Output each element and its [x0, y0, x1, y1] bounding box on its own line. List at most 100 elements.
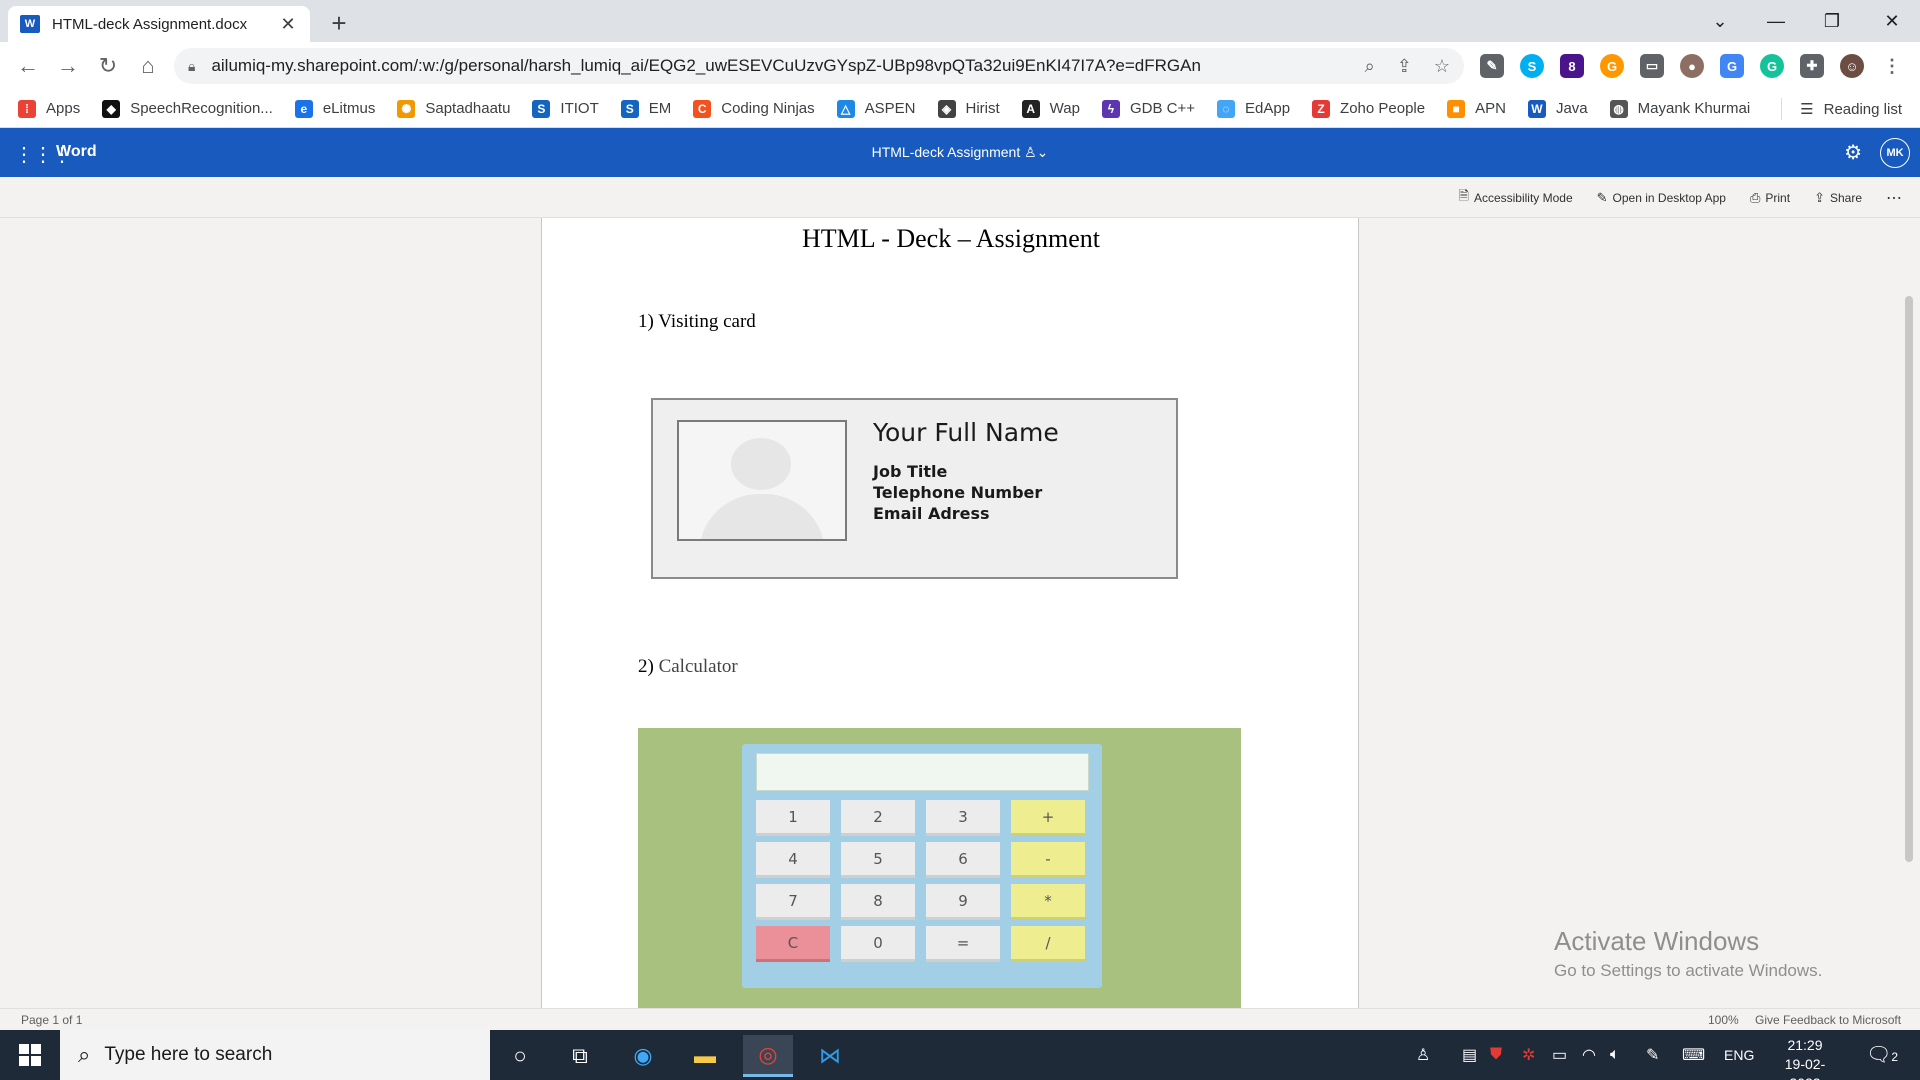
- minimize-button[interactable]: —: [1748, 0, 1804, 42]
- home-icon[interactable]: ⌂: [132, 50, 164, 82]
- profile-avatar[interactable]: ☺: [1840, 54, 1864, 78]
- language-indicator[interactable]: ENG: [1724, 1030, 1754, 1080]
- accessibility-mode-button[interactable]: 🗎︎ Accessibility Mode: [1458, 187, 1572, 209]
- bookmark-star-icon[interactable]: ☆: [1434, 56, 1450, 77]
- people-icon[interactable]: ♙: [1416, 1030, 1430, 1080]
- bookmark-saptadhaatu[interactable]: ✺ Saptadhaatu: [397, 99, 510, 118]
- section-calculator: 2) Calculator: [638, 656, 738, 678]
- clock-time: 21:29: [1787, 1037, 1823, 1053]
- document-page[interactable]: HTML - Deck – Assignment 1) Visiting car…: [541, 218, 1359, 1008]
- bookmarks-bar: ⁞ Apps ◆ SpeechRecognition... e eLitmus ✺ Sapta…: [0, 90, 1920, 128]
- reading-list-button[interactable]: ☰ Reading list: [1781, 90, 1902, 128]
- security-shield-icon[interactable]: ⛊: [1490, 1030, 1502, 1080]
- calculator-display: [756, 753, 1089, 791]
- cube-icon: ■: [1447, 99, 1466, 118]
- close-window-button[interactable]: ✕: [1864, 0, 1920, 42]
- pen-icon[interactable]: ✎: [1646, 1030, 1659, 1080]
- settings-gear-icon[interactable]: ⚙: [1844, 140, 1862, 165]
- open-desktop-label: Open in Desktop App: [1612, 190, 1726, 205]
- restore-button[interactable]: ❐: [1804, 0, 1860, 42]
- share-page-icon[interactable]: ⇪: [1397, 56, 1412, 77]
- calc-key: 7: [756, 884, 830, 920]
- zoom-icon[interactable]: ⌕: [1365, 56, 1375, 77]
- battery-icon[interactable]: ▭: [1552, 1030, 1567, 1080]
- wifi-icon[interactable]: ◠: [1582, 1030, 1596, 1080]
- close-tab-icon[interactable]: ✕: [278, 14, 298, 35]
- tray-app-icon[interactable]: ▤: [1462, 1030, 1477, 1080]
- command-bar: 🗎︎ Accessibility Mode ✎ Open in Desktop Ap…: [0, 177, 1920, 218]
- bookmark-em[interactable]: S EM: [620, 99, 671, 118]
- bookmark-elitmus[interactable]: e eLitmus: [294, 99, 375, 118]
- bookmark-label: Java: [1555, 100, 1588, 117]
- globe-icon: ◍: [1609, 99, 1628, 118]
- file-explorer-icon[interactable]: ▬: [680, 1035, 730, 1077]
- activate-windows-watermark: Activate Windows Go to Settings to activ…: [1554, 926, 1822, 981]
- address-bar[interactable]: 🔒︎ ailumiq-my.sharepoint.com/:w:/g/perso…: [174, 48, 1464, 84]
- task-view-icon[interactable]: ⧉: [555, 1035, 605, 1077]
- reload-icon[interactable]: ↻: [92, 50, 124, 82]
- bookmark-wap[interactable]: A Wap: [1021, 99, 1080, 118]
- bookmark-hirist[interactable]: ◈ Hirist: [937, 99, 1000, 118]
- card-email: Email Adress: [873, 504, 990, 523]
- word-icon: W: [1527, 99, 1546, 118]
- calc-key: 9: [926, 884, 1000, 920]
- volume-icon[interactable]: 🔈︎: [1610, 1030, 1620, 1080]
- forward-icon[interactable]: →: [52, 50, 84, 82]
- notification-center-icon[interactable]: 🗨︎2: [1866, 1042, 1898, 1067]
- bookmark-edapp[interactable]: ◌ EdApp: [1217, 99, 1290, 118]
- word-app-header: ⋮⋮⋮ Word HTML-deck Assignment ♙⌄ ⚙ MK: [0, 128, 1920, 177]
- bookmark-coding-ninjas[interactable]: C Coding Ninjas: [693, 99, 815, 118]
- extensions-puzzle-icon[interactable]: ✚: [1800, 54, 1824, 78]
- user-avatar[interactable]: MK: [1880, 138, 1910, 168]
- collaborators-chevron-icon: ♙⌄: [1024, 144, 1049, 160]
- bookmark-itiot[interactable]: S ITIOT: [532, 99, 599, 118]
- chrome-icon[interactable]: ◎: [743, 1035, 793, 1077]
- cortana-icon[interactable]: ○: [495, 1035, 545, 1077]
- bookmark-mayank-khurmai[interactable]: ◍ Mayank Khurmai: [1609, 99, 1750, 118]
- bookmark-java[interactable]: W Java: [1527, 99, 1588, 118]
- start-button[interactable]: [0, 1030, 60, 1080]
- translate-extension-icon[interactable]: G: [1720, 54, 1744, 78]
- skype-extension-icon[interactable]: S: [1520, 54, 1544, 78]
- eyedropper-extension-icon[interactable]: ✎: [1480, 54, 1504, 78]
- cookie-extension-icon[interactable]: ●: [1680, 54, 1704, 78]
- give-feedback-link[interactable]: Give Feedback to Microsoft: [1755, 1013, 1901, 1027]
- more-options-icon[interactable]: ⋯: [1886, 188, 1902, 208]
- url-text[interactable]: ailumiq-my.sharepoint.com/:w:/g/personal…: [211, 56, 1342, 76]
- share-button[interactable]: ⇪ Share: [1814, 190, 1862, 206]
- tab-search-icon[interactable]: ⌄: [1692, 0, 1748, 42]
- profile-placeholder-icon: [677, 420, 847, 541]
- edge-icon[interactable]: ◉: [618, 1035, 668, 1077]
- bookmark-aspen[interactable]: △ ASPEN: [836, 99, 916, 118]
- tab-title: HTML-deck Assignment.docx: [52, 15, 248, 33]
- keyboard-icon[interactable]: ⌨: [1682, 1030, 1705, 1080]
- cast-icon[interactable]: ▭: [1640, 54, 1664, 78]
- vscode-icon[interactable]: ⋈: [805, 1035, 855, 1077]
- vertical-scrollbar[interactable]: [1905, 296, 1913, 862]
- zoom-level[interactable]: 100%: [1708, 1013, 1739, 1027]
- bookmark-zoho-people[interactable]: Z Zoho People: [1312, 99, 1425, 118]
- document-canvas[interactable]: HTML - Deck – Assignment 1) Visiting car…: [0, 218, 1920, 1008]
- windows-logo-icon: [19, 1044, 41, 1066]
- taskbar-search[interactable]: ⌕ Type here to search: [60, 1030, 490, 1080]
- print-button[interactable]: ⎙ Print: [1750, 190, 1790, 206]
- card-full-name: Your Full Name: [873, 418, 1059, 447]
- tray-red-app-icon[interactable]: ✲: [1522, 1030, 1535, 1080]
- browser-tab[interactable]: W HTML-deck Assignment.docx ✕: [8, 6, 310, 42]
- bookmark-label: Apps: [46, 100, 81, 117]
- accessibility-icon: 🗎︎: [1458, 187, 1469, 203]
- bookmark-apps[interactable]: ⁞ Apps: [18, 99, 81, 118]
- back-icon[interactable]: ←: [12, 50, 44, 82]
- system-clock[interactable]: 21:29 19-02-2022: [1770, 1036, 1840, 1080]
- bookmark-apn[interactable]: ■ APN: [1447, 99, 1506, 118]
- g-extension-icon[interactable]: G: [1600, 54, 1624, 78]
- grammarly-extension-icon[interactable]: G: [1760, 54, 1784, 78]
- extension-badge-icon[interactable]: 8: [1560, 54, 1584, 78]
- document-title[interactable]: HTML-deck Assignment ♙⌄: [0, 144, 1920, 161]
- reading-list-label: Reading list: [1823, 100, 1902, 118]
- bookmark-gdb-c[interactable]: ϟ GDB C++: [1101, 99, 1195, 118]
- chrome-menu-icon[interactable]: ⋮: [1880, 54, 1904, 78]
- bookmark-speechrecognition[interactable]: ◆ SpeechRecognition...: [102, 99, 273, 118]
- open-desktop-button[interactable]: ✎ Open in Desktop App: [1597, 190, 1726, 206]
- new-tab-button[interactable]: +: [322, 6, 356, 40]
